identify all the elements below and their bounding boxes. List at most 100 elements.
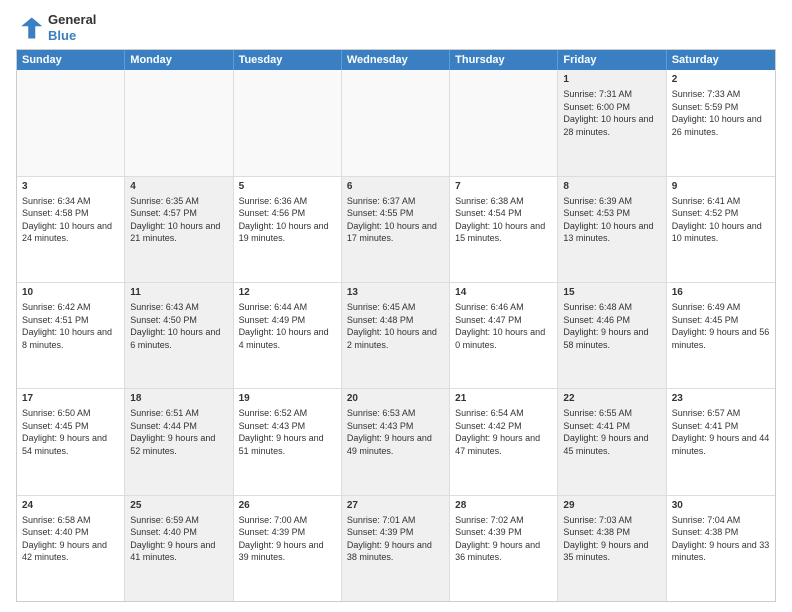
day-info-line: Sunrise: 6:44 AM [239, 301, 336, 314]
day-info-line: Sunset: 4:43 PM [239, 420, 336, 433]
calendar-cell-16: 16Sunrise: 6:49 AMSunset: 4:45 PMDayligh… [667, 283, 775, 388]
day-info-line: Sunset: 4:41 PM [563, 420, 660, 433]
day-info-line: Daylight: 9 hours and 54 minutes. [22, 432, 119, 457]
day-info-line: Sunrise: 6:35 AM [130, 195, 227, 208]
calendar-cell-3: 3Sunrise: 6:34 AMSunset: 4:58 PMDaylight… [17, 177, 125, 282]
day-info-line: Sunrise: 6:37 AM [347, 195, 444, 208]
day-info-line: Daylight: 9 hours and 42 minutes. [22, 539, 119, 564]
day-info-line: Daylight: 10 hours and 17 minutes. [347, 220, 444, 245]
day-info-line: Sunset: 4:49 PM [239, 314, 336, 327]
day-info-line: Sunset: 4:57 PM [130, 207, 227, 220]
calendar-cell-empty-0-2 [234, 70, 342, 175]
day-info-line: Sunrise: 7:31 AM [563, 88, 660, 101]
page: General Blue SundayMondayTuesdayWednesda… [0, 0, 792, 612]
calendar-cell-13: 13Sunrise: 6:45 AMSunset: 4:48 PMDayligh… [342, 283, 450, 388]
day-number: 15 [563, 286, 660, 300]
logo-general: General [48, 12, 96, 27]
day-number: 11 [130, 286, 227, 300]
day-number: 3 [22, 180, 119, 194]
day-info-line: Sunset: 4:40 PM [130, 526, 227, 539]
day-number: 28 [455, 499, 552, 513]
day-info-line: Sunset: 4:45 PM [672, 314, 770, 327]
day-info-line: Sunrise: 6:59 AM [130, 514, 227, 527]
calendar-cell-empty-0-3 [342, 70, 450, 175]
day-info-line: Sunrise: 6:38 AM [455, 195, 552, 208]
calendar-cell-11: 11Sunrise: 6:43 AMSunset: 4:50 PMDayligh… [125, 283, 233, 388]
day-info-line: Sunset: 4:55 PM [347, 207, 444, 220]
day-number: 9 [672, 180, 770, 194]
day-info-line: Daylight: 9 hours and 58 minutes. [563, 326, 660, 351]
day-info-line: Daylight: 9 hours and 56 minutes. [672, 326, 770, 351]
day-info-line: Sunset: 4:56 PM [239, 207, 336, 220]
calendar-cell-1: 1Sunrise: 7:31 AMSunset: 6:00 PMDaylight… [558, 70, 666, 175]
day-info-line: Daylight: 10 hours and 15 minutes. [455, 220, 552, 245]
day-number: 21 [455, 392, 552, 406]
header: General Blue [16, 12, 776, 43]
day-info-line: Sunset: 4:39 PM [347, 526, 444, 539]
day-info-line: Daylight: 9 hours and 41 minutes. [130, 539, 227, 564]
calendar-cell-6: 6Sunrise: 6:37 AMSunset: 4:55 PMDaylight… [342, 177, 450, 282]
calendar-cell-empty-0-0 [17, 70, 125, 175]
day-info-line: Sunrise: 6:39 AM [563, 195, 660, 208]
calendar-cell-2: 2Sunrise: 7:33 AMSunset: 5:59 PMDaylight… [667, 70, 775, 175]
calendar-cell-empty-0-4 [450, 70, 558, 175]
calendar-cell-10: 10Sunrise: 6:42 AMSunset: 4:51 PMDayligh… [17, 283, 125, 388]
calendar-cell-9: 9Sunrise: 6:41 AMSunset: 4:52 PMDaylight… [667, 177, 775, 282]
day-number: 8 [563, 180, 660, 194]
day-number: 29 [563, 499, 660, 513]
day-info-line: Sunrise: 6:57 AM [672, 407, 770, 420]
calendar-body: 1Sunrise: 7:31 AMSunset: 6:00 PMDaylight… [17, 70, 775, 601]
day-info-line: Sunrise: 6:50 AM [22, 407, 119, 420]
calendar-cell-17: 17Sunrise: 6:50 AMSunset: 4:45 PMDayligh… [17, 389, 125, 494]
logo-blue: Blue [48, 28, 76, 43]
day-number: 22 [563, 392, 660, 406]
day-info-line: Daylight: 10 hours and 21 minutes. [130, 220, 227, 245]
day-number: 17 [22, 392, 119, 406]
day-info-line: Daylight: 9 hours and 36 minutes. [455, 539, 552, 564]
day-info-line: Sunrise: 6:52 AM [239, 407, 336, 420]
day-number: 14 [455, 286, 552, 300]
day-info-line: Daylight: 9 hours and 35 minutes. [563, 539, 660, 564]
calendar-row-3: 10Sunrise: 6:42 AMSunset: 4:51 PMDayligh… [17, 283, 775, 389]
day-info-line: Daylight: 10 hours and 2 minutes. [347, 326, 444, 351]
day-info-line: Daylight: 9 hours and 52 minutes. [130, 432, 227, 457]
logo-icon [16, 14, 44, 42]
day-info-line: Sunrise: 6:54 AM [455, 407, 552, 420]
day-number: 12 [239, 286, 336, 300]
day-info-line: Daylight: 10 hours and 28 minutes. [563, 113, 660, 138]
day-info-line: Daylight: 9 hours and 51 minutes. [239, 432, 336, 457]
day-info-line: Sunrise: 6:43 AM [130, 301, 227, 314]
header-day-wednesday: Wednesday [342, 50, 450, 70]
calendar-header: SundayMondayTuesdayWednesdayThursdayFrid… [17, 50, 775, 70]
day-info-line: Daylight: 9 hours and 33 minutes. [672, 539, 770, 564]
day-info-line: Daylight: 9 hours and 38 minutes. [347, 539, 444, 564]
day-info-line: Sunset: 4:42 PM [455, 420, 552, 433]
calendar-row-5: 24Sunrise: 6:58 AMSunset: 4:40 PMDayligh… [17, 496, 775, 601]
day-info-line: Daylight: 10 hours and 10 minutes. [672, 220, 770, 245]
day-info-line: Sunrise: 6:36 AM [239, 195, 336, 208]
day-info-line: Daylight: 9 hours and 45 minutes. [563, 432, 660, 457]
calendar-row-1: 1Sunrise: 7:31 AMSunset: 6:00 PMDaylight… [17, 70, 775, 176]
day-number: 18 [130, 392, 227, 406]
calendar-row-2: 3Sunrise: 6:34 AMSunset: 4:58 PMDaylight… [17, 177, 775, 283]
calendar-cell-28: 28Sunrise: 7:02 AMSunset: 4:39 PMDayligh… [450, 496, 558, 601]
day-number: 10 [22, 286, 119, 300]
calendar-cell-empty-0-1 [125, 70, 233, 175]
day-info-line: Daylight: 9 hours and 39 minutes. [239, 539, 336, 564]
day-info-line: Sunset: 4:38 PM [563, 526, 660, 539]
day-info-line: Sunset: 4:46 PM [563, 314, 660, 327]
calendar: SundayMondayTuesdayWednesdayThursdayFrid… [16, 49, 776, 602]
header-day-monday: Monday [125, 50, 233, 70]
day-info-line: Sunrise: 6:45 AM [347, 301, 444, 314]
day-number: 13 [347, 286, 444, 300]
header-day-saturday: Saturday [667, 50, 775, 70]
header-day-friday: Friday [558, 50, 666, 70]
day-info-line: Sunset: 4:51 PM [22, 314, 119, 327]
day-info-line: Sunset: 4:44 PM [130, 420, 227, 433]
day-number: 20 [347, 392, 444, 406]
day-info-line: Sunrise: 6:49 AM [672, 301, 770, 314]
header-day-sunday: Sunday [17, 50, 125, 70]
day-info-line: Daylight: 9 hours and 44 minutes. [672, 432, 770, 457]
calendar-cell-23: 23Sunrise: 6:57 AMSunset: 4:41 PMDayligh… [667, 389, 775, 494]
day-info-line: Sunset: 4:50 PM [130, 314, 227, 327]
